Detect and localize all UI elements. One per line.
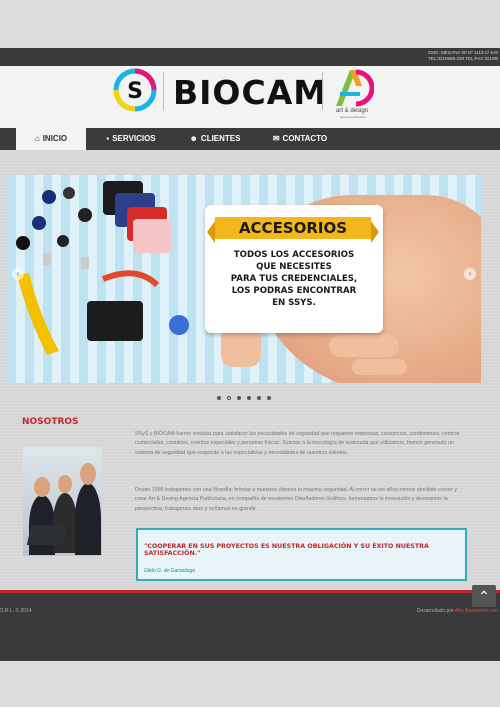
person-head [34, 477, 50, 497]
nav-item-label: INICIO [42, 134, 68, 143]
laptop [26, 525, 68, 545]
home-icon: ⌂ [34, 134, 40, 143]
brand-name[interactable]: BIOCAM [173, 73, 327, 112]
nav-item-label: CONTACTO [282, 134, 328, 143]
team-photo [23, 447, 102, 556]
hand-finger [329, 335, 399, 357]
slider-dot[interactable] [267, 396, 271, 400]
contact-line-2: TEL:0210688-238 TEL:FAX 0219655-1 [428, 56, 498, 61]
slider-dot[interactable] [247, 396, 251, 400]
about-paragraph-2: Desde 1996 trabajamos con una filosofía:… [135, 487, 457, 512]
accessories-illustration [16, 181, 189, 355]
promo-text: TODOS LOS ACCESORIOS QUE NECESITES PARA … [215, 249, 373, 309]
person-head [80, 463, 96, 485]
about-paragraph-1: SSyS y BIOCAM fueron creadas para satisf… [135, 431, 460, 456]
developer-link[interactable]: Alto Resolución.net [455, 608, 498, 614]
promo-card: ACCESORIOS TODOS LOS ACCESORIOS QUE NECE… [205, 205, 383, 333]
slider-dot-active[interactable] [227, 396, 231, 400]
scroll-to-top-icon[interactable]: ⌃ [472, 585, 496, 607]
partner-subtitle: agencia publicitaria [340, 115, 366, 119]
briefcase-icon: ▪ [106, 134, 110, 143]
hero-banner[interactable]: ACCESORIOS TODOS LOS ACCESORIOS QUE NECE… [7, 175, 481, 383]
biocam-logo-icon[interactable]: S [113, 68, 157, 112]
promo-ribbon: ACCESORIOS [207, 217, 379, 243]
contact-info: CMG. MEGANA 00 Nº 1113 C/ SAN RAFAEL TEL… [428, 50, 498, 62]
developer-prefix: Desarrollado por [416, 608, 454, 614]
logo-divider [322, 72, 323, 110]
nav-item-servicios[interactable]: ▪ SERVICIOS [96, 128, 166, 150]
logo-divider [163, 72, 164, 110]
hand-finger [352, 359, 407, 375]
developer-credit: Desarrollado por Alto Resolución.net [417, 608, 498, 614]
envelope-icon: ✉ [272, 134, 280, 143]
nav-item-contacto[interactable]: ✉ CONTACTO [264, 128, 336, 150]
site-footer: S.R.L. © 2014 Desarrollado por Alto Reso… [0, 593, 500, 661]
promo-line: QUE NECESITES [256, 262, 332, 272]
promo-line: LOS PODRAS ENCONTRAR [231, 286, 357, 296]
slider-dot[interactable] [217, 396, 221, 400]
slider-prev-icon[interactable]: ‹ [12, 268, 24, 280]
promo-line: TODOS LOS ACCESORIOS [233, 250, 355, 260]
person-figure [75, 483, 101, 555]
slider-dots [217, 396, 271, 400]
section-title: NOSOTROS [22, 417, 79, 427]
art-design-logo-icon[interactable] [332, 68, 374, 108]
slider-dot[interactable] [257, 396, 261, 400]
users-icon: ☻ [189, 134, 198, 143]
nav-item-label: CLIENTES [200, 134, 241, 143]
promo-line: EN SSYS. [272, 298, 316, 308]
nav-item-clientes[interactable]: ☻ CLIENTES [180, 128, 250, 150]
copyright: S.R.L. © 2014 [0, 608, 32, 614]
partner-name: art & design [336, 108, 369, 114]
slider-next-icon[interactable]: › [464, 268, 476, 280]
slider-dot[interactable] [237, 396, 241, 400]
quote-text: "COOPERAR EN SUS PROYECTOS ES NUESTRA OB… [144, 543, 429, 557]
quote-box: "COOPERAR EN SUS PROYECTOS ES NUESTRA OB… [136, 528, 467, 581]
promo-line: PARA TUS CREDENCIALES, [230, 274, 358, 284]
quote-author: Gildo G. de Garastiago [144, 568, 196, 574]
nav-item-inicio[interactable]: ⌂ INICIO [16, 128, 86, 150]
top-contact-bar: CMG. MEGANA 00 Nº 1113 C/ SAN RAFAEL TEL… [0, 48, 500, 66]
person-head [58, 475, 72, 493]
svg-text:S: S [127, 79, 143, 104]
nav-item-label: SERVICIOS [112, 134, 156, 143]
promo-heading: ACCESORIOS [238, 219, 348, 237]
main-navigation: ⌂ INICIO ▪ SERVICIOS ☻ CLIENTES ✉ CONTAC… [0, 128, 500, 150]
